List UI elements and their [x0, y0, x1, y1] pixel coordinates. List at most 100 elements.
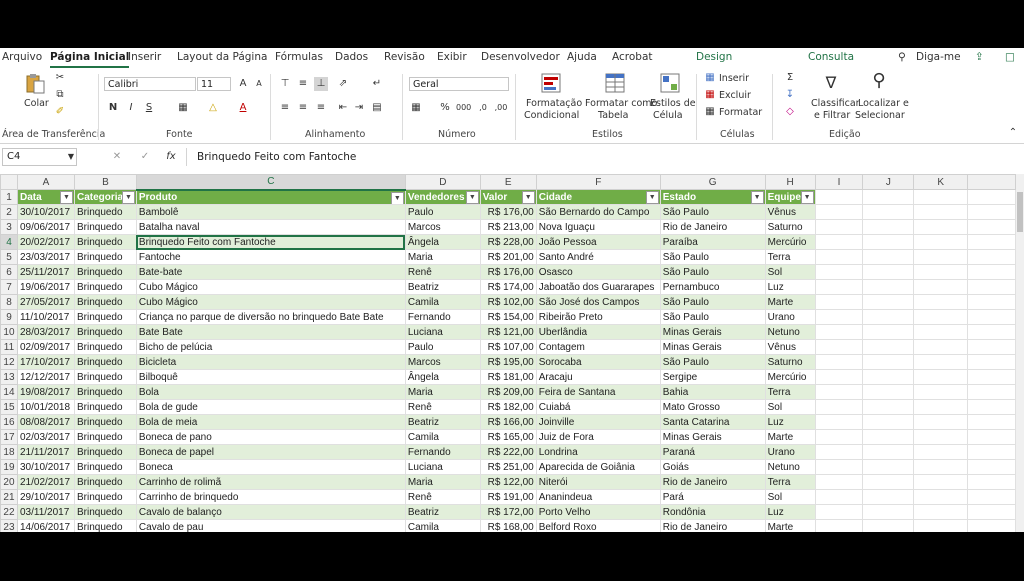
table-cell[interactable]: São Paulo: [659, 354, 766, 370]
table-cell[interactable]: São Paulo: [659, 309, 766, 325]
format-cells-button[interactable]: Formatar: [719, 107, 762, 118]
empty-cell[interactable]: [913, 279, 969, 295]
autosum-icon[interactable]: Σ: [783, 71, 797, 85]
table-cell[interactable]: Carrinho de brinquedo: [135, 489, 406, 505]
table-cell[interactable]: Fernando: [404, 309, 481, 325]
row-header[interactable]: 1: [0, 189, 18, 205]
empty-cell[interactable]: [814, 414, 864, 430]
header-cell[interactable]: Vendedores ▼: [404, 189, 481, 205]
table-cell[interactable]: R$ 213,00: [479, 219, 537, 235]
table-cell[interactable]: Marte: [764, 429, 816, 445]
table-cell[interactable]: Uberlândia: [535, 324, 661, 340]
tab-ajuda[interactable]: Ajuda: [567, 51, 597, 63]
table-cell[interactable]: 14/06/2017: [16, 519, 75, 532]
table-cell[interactable]: 11/10/2017: [16, 309, 75, 325]
table-cell[interactable]: Batalha naval: [135, 219, 406, 235]
table-cell[interactable]: Brinquedo: [73, 519, 137, 532]
number-format-select[interactable]: Geral: [409, 77, 509, 91]
empty-cell[interactable]: [862, 459, 915, 475]
empty-cell[interactable]: [913, 384, 969, 400]
table-cell[interactable]: Luz: [764, 414, 816, 430]
column-header[interactable]: G: [659, 174, 766, 190]
table-cell[interactable]: Brinquedo: [73, 339, 137, 355]
table-cell[interactable]: Nova Iguaçu: [535, 219, 661, 235]
table-cell[interactable]: São Bernardo do Campo: [535, 204, 661, 220]
table-cell[interactable]: Mercúrio: [764, 234, 816, 250]
empty-cell[interactable]: [862, 354, 915, 370]
align-middle-icon[interactable]: ≡: [296, 77, 310, 91]
table-cell[interactable]: Bicho de pelúcia: [135, 339, 406, 355]
table-cell[interactable]: R$ 251,00: [479, 459, 537, 475]
name-box-dropdown-icon[interactable]: ▼: [64, 150, 78, 164]
table-cell[interactable]: Paraná: [659, 444, 766, 460]
table-cell[interactable]: R$ 122,00: [479, 474, 537, 490]
empty-cell[interactable]: [814, 309, 864, 325]
table-cell[interactable]: Rondônia: [659, 504, 766, 520]
empty-cell[interactable]: [814, 324, 864, 340]
empty-cell[interactable]: [862, 489, 915, 505]
paste-icon[interactable]: [24, 72, 46, 94]
table-cell[interactable]: São Paulo: [659, 249, 766, 265]
cell-styles-icon[interactable]: [659, 72, 681, 94]
column-header[interactable]: E: [479, 174, 537, 190]
table-cell[interactable]: R$ 166,00: [479, 414, 537, 430]
table-cell[interactable]: Terra: [764, 249, 816, 265]
table-cell[interactable]: Osasco: [535, 264, 661, 280]
table-cell[interactable]: 21/02/2017: [16, 474, 75, 490]
table-cell[interactable]: Pará: [659, 489, 766, 505]
table-cell[interactable]: Renê: [404, 489, 481, 505]
table-cell[interactable]: Brinquedo: [73, 204, 137, 220]
empty-cell[interactable]: [967, 264, 1016, 280]
empty-cell[interactable]: [967, 399, 1016, 415]
font-name-select[interactable]: Calibri: [104, 77, 196, 91]
empty-cell[interactable]: [967, 279, 1016, 295]
table-cell[interactable]: Camila: [404, 294, 481, 310]
empty-cell[interactable]: [967, 489, 1016, 505]
empty-cell[interactable]: [913, 204, 969, 220]
increase-font-icon[interactable]: A: [236, 77, 250, 91]
empty-cell[interactable]: [862, 474, 915, 490]
table-cell[interactable]: Brinquedo: [73, 354, 137, 370]
decrease-indent-icon[interactable]: ⇤: [336, 101, 350, 115]
row-header[interactable]: 8: [0, 294, 18, 310]
header-cell[interactable]: Valor ▼: [479, 189, 537, 205]
filter-dropdown-icon[interactable]: ▼: [645, 191, 659, 204]
row-header[interactable]: 4: [0, 234, 18, 250]
table-cell[interactable]: Sol: [764, 489, 816, 505]
comments-icon[interactable]: □: [1005, 51, 1015, 63]
empty-cell[interactable]: [967, 204, 1016, 220]
empty-cell[interactable]: [862, 249, 915, 265]
table-cell[interactable]: Sergipe: [659, 369, 766, 385]
table-cell[interactable]: 30/10/2017: [16, 204, 75, 220]
filter-dropdown-icon[interactable]: ▼: [121, 191, 135, 204]
collapse-ribbon-icon[interactable]: ⌃: [1006, 126, 1020, 140]
tab-arquivo[interactable]: Arquivo: [2, 51, 42, 63]
header-cell[interactable]: Estado ▼: [659, 189, 766, 205]
table-cell[interactable]: 02/09/2017: [16, 339, 75, 355]
empty-cell[interactable]: [967, 189, 1016, 205]
table-cell[interactable]: Belford Roxo: [535, 519, 661, 532]
table-cell[interactable]: R$ 181,00: [479, 369, 537, 385]
table-cell[interactable]: Minas Gerais: [659, 339, 766, 355]
empty-cell[interactable]: [862, 504, 915, 520]
delete-cells-icon[interactable]: ▦: [703, 88, 717, 102]
sort-filter-label-1[interactable]: Classificar: [811, 98, 860, 109]
conditional-formatting-label-1[interactable]: Formatação: [526, 98, 582, 109]
table-cell[interactable]: 10/01/2018: [16, 399, 75, 415]
table-cell[interactable]: R$ 222,00: [479, 444, 537, 460]
row-header[interactable]: 20: [0, 474, 18, 490]
table-cell[interactable]: Bilboquê: [135, 369, 406, 385]
empty-cell[interactable]: [862, 324, 915, 340]
table-cell[interactable]: Santa Catarina: [659, 414, 766, 430]
tab-dados[interactable]: Dados: [335, 51, 368, 63]
empty-cell[interactable]: [913, 414, 969, 430]
tab-formulas[interactable]: Fórmulas: [275, 51, 323, 63]
table-cell[interactable]: R$ 195,00: [479, 354, 537, 370]
empty-cell[interactable]: [913, 294, 969, 310]
table-cell[interactable]: Marcos: [404, 354, 481, 370]
table-cell[interactable]: Joinville: [535, 414, 661, 430]
table-cell[interactable]: R$ 209,00: [479, 384, 537, 400]
empty-cell[interactable]: [814, 264, 864, 280]
format-painter-icon[interactable]: ✐: [53, 105, 67, 119]
table-cell[interactable]: Boneca: [135, 459, 406, 475]
